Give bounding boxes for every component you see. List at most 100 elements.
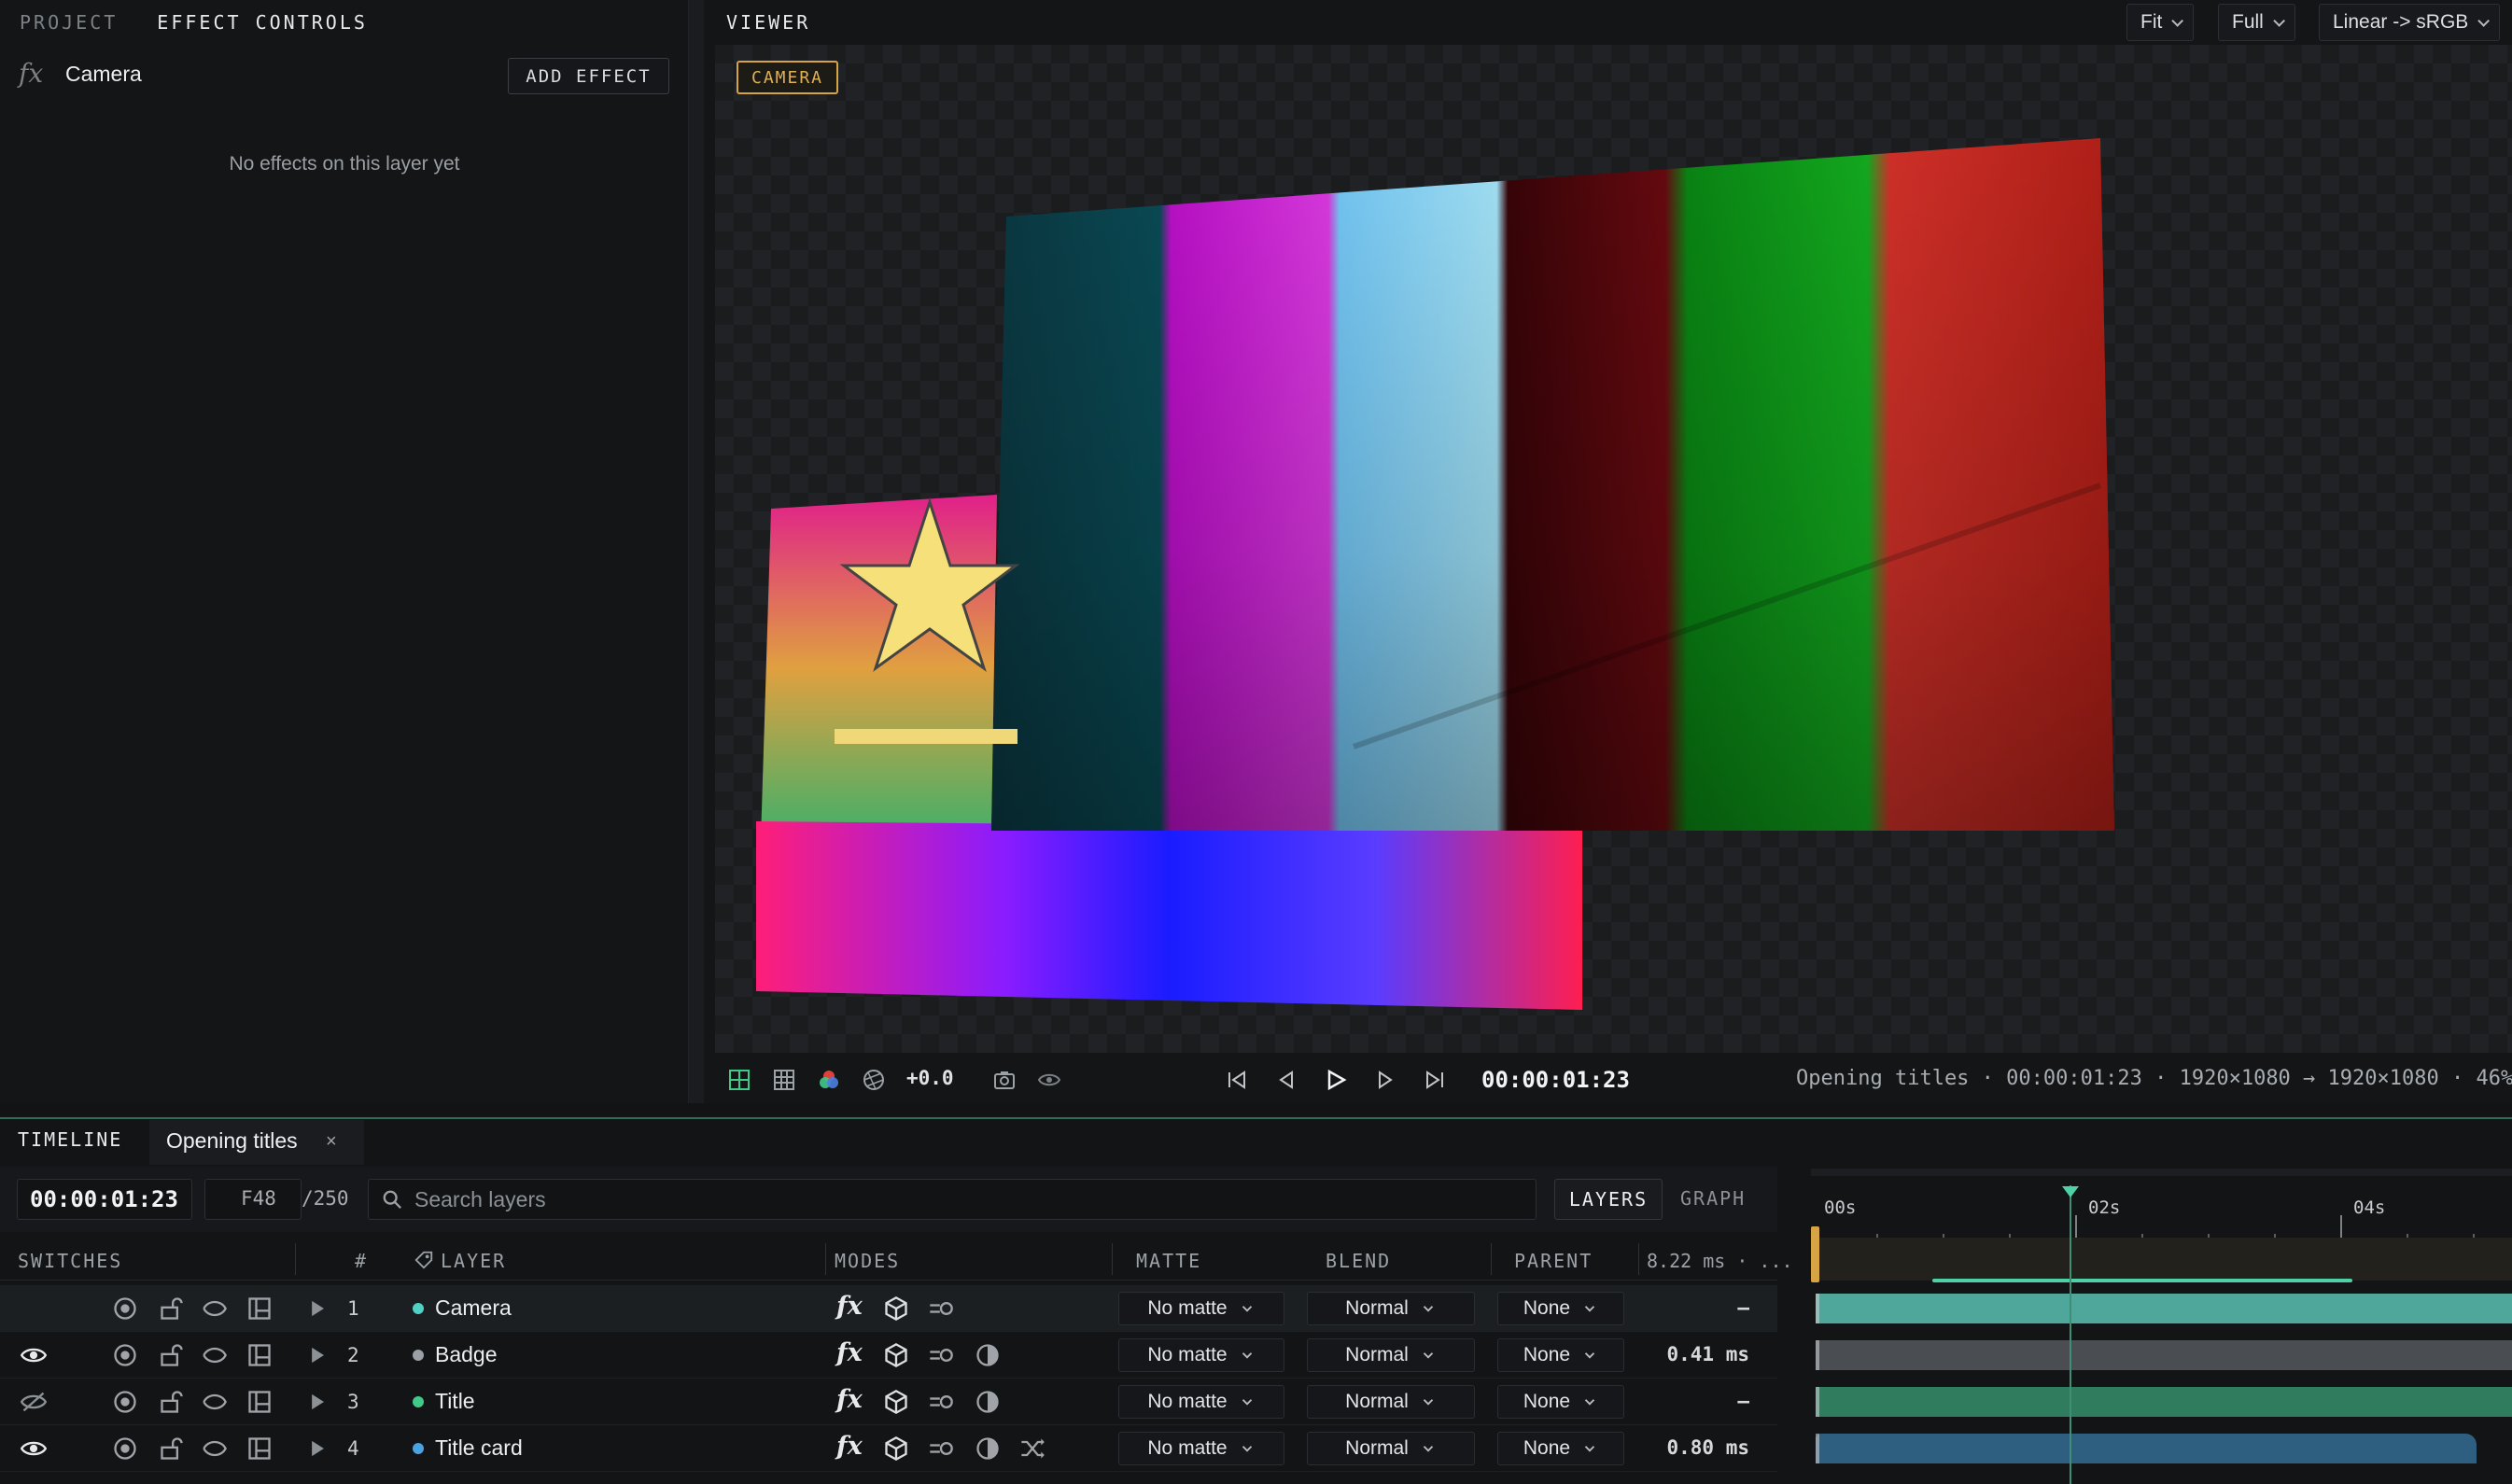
solo-icon[interactable] bbox=[112, 1389, 138, 1415]
lock-icon[interactable] bbox=[159, 1295, 185, 1322]
expand-triangle-icon[interactable] bbox=[304, 1295, 330, 1322]
exposure-value[interactable]: +0.0 bbox=[906, 1067, 954, 1089]
zoom-select[interactable]: Fit bbox=[2126, 4, 2195, 41]
collapse-transform-icon[interactable] bbox=[1019, 1435, 1045, 1462]
step-back-icon[interactable] bbox=[1275, 1069, 1298, 1091]
effects-fx-icon[interactable]: fx bbox=[836, 1338, 863, 1367]
column-divider[interactable] bbox=[295, 1243, 296, 1275]
shy-icon[interactable] bbox=[202, 1342, 228, 1368]
effects-fx-icon[interactable]: fx bbox=[836, 1292, 863, 1321]
track-in-point-handle[interactable] bbox=[1816, 1294, 1819, 1323]
work-area-bar[interactable] bbox=[1811, 1238, 2512, 1281]
graph-view-button[interactable]: GRAPH bbox=[1680, 1187, 1746, 1210]
playhead[interactable] bbox=[2070, 1185, 2071, 1484]
go-to-end-icon[interactable] bbox=[1424, 1069, 1446, 1091]
adjustment-layer-icon[interactable] bbox=[975, 1342, 1001, 1368]
matte-select[interactable]: No matte bbox=[1118, 1385, 1284, 1419]
work-area-start-handle[interactable] bbox=[1811, 1226, 1819, 1282]
expand-triangle-icon[interactable] bbox=[304, 1342, 330, 1368]
column-divider[interactable] bbox=[1638, 1243, 1639, 1275]
adjustment-layer-icon[interactable] bbox=[975, 1435, 1001, 1462]
layer-color-dot[interactable] bbox=[413, 1396, 424, 1407]
layer-name[interactable]: Badge bbox=[435, 1342, 498, 1367]
close-icon[interactable]: × bbox=[326, 1131, 337, 1153]
motion-blur-icon[interactable] bbox=[928, 1295, 954, 1322]
3d-layer-icon[interactable] bbox=[883, 1342, 909, 1368]
layer-row[interactable]: 3 Title fx No matte Normal None – bbox=[0, 1379, 1777, 1425]
layer-row[interactable]: 4 Title card fx No matte Normal None 0.80 ms bbox=[0, 1425, 1777, 1472]
layer-track-bar[interactable] bbox=[1816, 1294, 2512, 1323]
playhead-handle[interactable] bbox=[2062, 1186, 2079, 1197]
guide-layer-icon[interactable] bbox=[246, 1295, 273, 1322]
current-frame[interactable]: F48 bbox=[241, 1187, 276, 1210]
visibility-hidden-icon[interactable] bbox=[21, 1389, 47, 1415]
solo-icon[interactable] bbox=[112, 1295, 138, 1322]
aperture-icon[interactable] bbox=[863, 1069, 885, 1091]
tab-effect-controls[interactable]: EFFECT CONTROLS bbox=[137, 11, 387, 34]
shy-icon[interactable] bbox=[202, 1295, 228, 1322]
panel-splitter[interactable] bbox=[689, 0, 704, 1103]
visibility-eye-icon[interactable] bbox=[21, 1342, 47, 1368]
tab-project[interactable]: PROJECT bbox=[0, 11, 137, 34]
guide-layer-icon[interactable] bbox=[246, 1389, 273, 1415]
column-divider[interactable] bbox=[825, 1243, 826, 1275]
lock-icon[interactable] bbox=[159, 1435, 185, 1462]
snapshot-camera-icon[interactable] bbox=[993, 1069, 1016, 1091]
blend-select[interactable]: Normal bbox=[1307, 1292, 1475, 1325]
guide-layer-icon[interactable] bbox=[246, 1342, 273, 1368]
solo-icon[interactable] bbox=[112, 1342, 138, 1368]
track-in-point-handle[interactable] bbox=[1816, 1434, 1819, 1463]
layer-color-dot[interactable] bbox=[413, 1443, 424, 1454]
composition-tab-label[interactable]: Opening titles bbox=[166, 1128, 298, 1154]
viewer-canvas[interactable] bbox=[715, 45, 2512, 1053]
add-effect-button[interactable]: ADD EFFECT bbox=[508, 58, 669, 94]
resolution-select[interactable]: Full bbox=[2218, 4, 2295, 41]
lock-icon[interactable] bbox=[159, 1389, 185, 1415]
timeline-scrollbar[interactable] bbox=[1811, 1169, 2512, 1176]
effects-fx-icon[interactable]: fx bbox=[836, 1432, 863, 1461]
motion-blur-icon[interactable] bbox=[928, 1435, 954, 1462]
guide-layer-icon[interactable] bbox=[246, 1435, 273, 1462]
column-divider[interactable] bbox=[1491, 1243, 1492, 1275]
motion-blur-icon[interactable] bbox=[928, 1389, 954, 1415]
adjustment-layer-icon[interactable] bbox=[975, 1389, 1001, 1415]
lock-icon[interactable] bbox=[159, 1342, 185, 1368]
visibility-eye-icon[interactable] bbox=[21, 1435, 47, 1462]
motion-blur-icon[interactable] bbox=[928, 1342, 954, 1368]
parent-select[interactable]: None bbox=[1497, 1338, 1624, 1372]
track-in-point-handle[interactable] bbox=[1816, 1387, 1819, 1417]
solo-icon[interactable] bbox=[112, 1435, 138, 1462]
matte-select[interactable]: No matte bbox=[1118, 1338, 1284, 1372]
shy-icon[interactable] bbox=[202, 1389, 228, 1415]
grid-icon[interactable] bbox=[773, 1069, 795, 1091]
track-in-point-handle[interactable] bbox=[1816, 1340, 1819, 1370]
work-area-range[interactable] bbox=[1932, 1279, 2352, 1282]
parent-select[interactable]: None bbox=[1497, 1432, 1624, 1465]
color-transform-select[interactable]: Linear -> sRGB bbox=[2319, 4, 2501, 41]
preview-eye-icon[interactable] bbox=[1038, 1069, 1060, 1091]
expand-triangle-icon[interactable] bbox=[304, 1435, 330, 1462]
layer-row[interactable]: 2 Badge fx No matte Normal None 0.41 ms bbox=[0, 1332, 1777, 1379]
layer-name[interactable]: Title bbox=[435, 1389, 475, 1414]
layer-color-dot[interactable] bbox=[413, 1303, 424, 1314]
parent-select[interactable]: None bbox=[1497, 1385, 1624, 1419]
layer-row[interactable]: 1 Camera fx No matte Normal None – bbox=[0, 1285, 1777, 1332]
effects-fx-icon[interactable]: fx bbox=[836, 1385, 863, 1414]
expand-triangle-icon[interactable] bbox=[304, 1389, 330, 1415]
step-forward-icon[interactable] bbox=[1374, 1069, 1396, 1091]
3d-layer-icon[interactable] bbox=[883, 1435, 909, 1462]
parent-select[interactable]: None bbox=[1497, 1292, 1624, 1325]
shy-icon[interactable] bbox=[202, 1435, 228, 1462]
search-input[interactable] bbox=[414, 1183, 1525, 1215]
layer-track-bar[interactable] bbox=[1816, 1340, 2512, 1370]
go-to-start-icon[interactable] bbox=[1226, 1069, 1248, 1091]
column-divider[interactable] bbox=[1112, 1243, 1113, 1275]
blend-select[interactable]: Normal bbox=[1307, 1385, 1475, 1419]
play-icon[interactable] bbox=[1325, 1069, 1347, 1091]
layers-view-button[interactable]: LAYERS bbox=[1554, 1179, 1663, 1220]
layer-name[interactable]: Title card bbox=[435, 1435, 523, 1461]
blend-select[interactable]: Normal bbox=[1307, 1432, 1475, 1465]
layer-name[interactable]: Camera bbox=[435, 1295, 512, 1321]
safe-area-icon[interactable] bbox=[728, 1069, 751, 1091]
timeline-timecode[interactable]: 00:00:01:23 bbox=[30, 1186, 178, 1212]
